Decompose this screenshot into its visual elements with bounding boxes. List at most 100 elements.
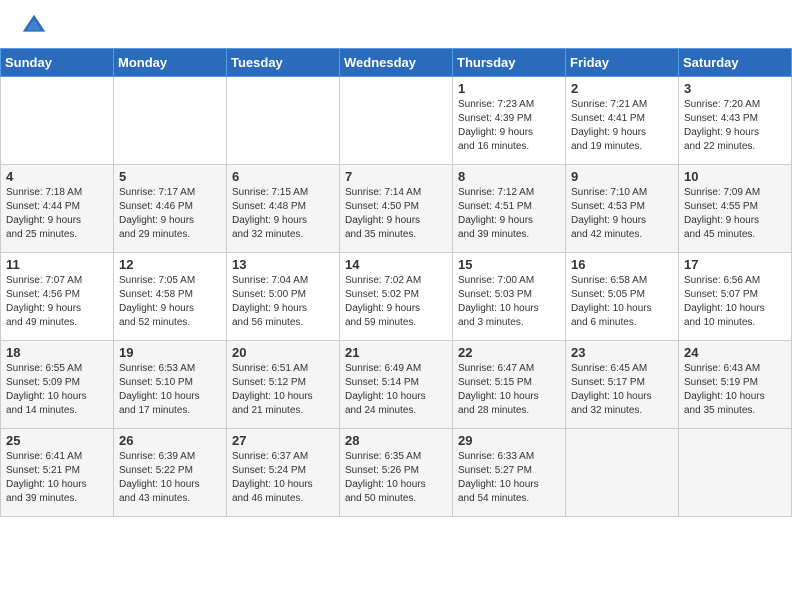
weekday-header-row: SundayMondayTuesdayWednesdayThursdayFrid… bbox=[1, 49, 792, 77]
day-info: Sunrise: 6:37 AM Sunset: 5:24 PM Dayligh… bbox=[232, 450, 334, 506]
calendar-cell: 14 Sunrise: 7:02 AM Sunset: 5:02 PM Dayli… bbox=[340, 253, 453, 341]
day-number: 13 bbox=[232, 257, 334, 272]
day-info: Sunrise: 6:39 AM Sunset: 5:22 PM Dayligh… bbox=[119, 450, 221, 506]
day-number: 4 bbox=[6, 169, 108, 184]
day-number: 16 bbox=[571, 257, 673, 272]
calendar-cell bbox=[114, 77, 227, 165]
day-info: Sunrise: 6:47 AM Sunset: 5:15 PM Dayligh… bbox=[458, 362, 560, 418]
calendar-cell: 15 Sunrise: 7:00 AM Sunset: 5:03 PM Dayli… bbox=[453, 253, 566, 341]
calendar-cell: 25 Sunrise: 6:41 AM Sunset: 5:21 PM Dayli… bbox=[1, 429, 114, 517]
logo bbox=[20, 12, 52, 40]
day-info: Sunrise: 6:41 AM Sunset: 5:21 PM Dayligh… bbox=[6, 450, 108, 506]
calendar-week-row: 18 Sunrise: 6:55 AM Sunset: 5:09 PM Dayli… bbox=[1, 341, 792, 429]
day-number: 10 bbox=[684, 169, 786, 184]
day-info: Sunrise: 7:02 AM Sunset: 5:02 PM Dayligh… bbox=[345, 274, 447, 330]
calendar-week-row: 4 Sunrise: 7:18 AM Sunset: 4:44 PM Daylig… bbox=[1, 165, 792, 253]
day-number: 11 bbox=[6, 257, 108, 272]
day-number: 6 bbox=[232, 169, 334, 184]
day-number: 25 bbox=[6, 433, 108, 448]
weekday-header-tuesday: Tuesday bbox=[227, 49, 340, 77]
day-number: 21 bbox=[345, 345, 447, 360]
calendar-cell: 28Sunrise: 6:35 AM Sunset: 5:26 PM Dayli… bbox=[340, 429, 453, 517]
day-info: Sunrise: 6:53 AM Sunset: 5:10 PM Dayligh… bbox=[119, 362, 221, 418]
calendar-cell: 3 Sunrise: 7:20 AM Sunset: 4:43 PM Daylig… bbox=[679, 77, 792, 165]
calendar-cell: 24 Sunrise: 6:43 AM Sunset: 5:19 PM Dayli… bbox=[679, 341, 792, 429]
logo-icon bbox=[20, 12, 48, 40]
day-number: 5 bbox=[119, 169, 221, 184]
day-info: Sunrise: 7:09 AM Sunset: 4:55 PM Dayligh… bbox=[684, 186, 786, 242]
weekday-header-thursday: Thursday bbox=[453, 49, 566, 77]
day-number: 27 bbox=[232, 433, 334, 448]
calendar-cell: 7 Sunrise: 7:14 AM Sunset: 4:50 PM Daylig… bbox=[340, 165, 453, 253]
calendar-table: SundayMondayTuesdayWednesdayThursdayFrid… bbox=[0, 48, 792, 517]
day-number: 22 bbox=[458, 345, 560, 360]
day-number: 29 bbox=[458, 433, 560, 448]
calendar-cell: 6 Sunrise: 7:15 AM Sunset: 4:48 PM Daylig… bbox=[227, 165, 340, 253]
day-info: Sunrise: 7:12 AM Sunset: 4:51 PM Dayligh… bbox=[458, 186, 560, 242]
day-info: Sunrise: 6:49 AM Sunset: 5:14 PM Dayligh… bbox=[345, 362, 447, 418]
calendar-cell: 29 Sunrise: 6:33 AM Sunset: 5:27 PM Dayli… bbox=[453, 429, 566, 517]
calendar-cell: 12 Sunrise: 7:05 AM Sunset: 4:58 PM Dayli… bbox=[114, 253, 227, 341]
day-info: Sunrise: 6:45 AM Sunset: 5:17 PM Dayligh… bbox=[571, 362, 673, 418]
day-number: 19 bbox=[119, 345, 221, 360]
calendar-cell: 11 Sunrise: 7:07 AM Sunset: 4:56 PM Dayli… bbox=[1, 253, 114, 341]
day-info: Sunrise: 6:33 AM Sunset: 5:27 PM Dayligh… bbox=[458, 450, 560, 506]
day-info: Sunrise: 6:43 AM Sunset: 5:19 PM Dayligh… bbox=[684, 362, 786, 418]
day-info: Sunrise: 7:04 AM Sunset: 5:00 PM Dayligh… bbox=[232, 274, 334, 330]
day-info: Sunrise: 7:05 AM Sunset: 4:58 PM Dayligh… bbox=[119, 274, 221, 330]
day-number: 2 bbox=[571, 81, 673, 96]
day-info: Sunrise: 6:56 AM Sunset: 5:07 PM Dayligh… bbox=[684, 274, 786, 330]
weekday-header-wednesday: Wednesday bbox=[340, 49, 453, 77]
weekday-header-sunday: Sunday bbox=[1, 49, 114, 77]
day-info: Sunrise: 7:07 AM Sunset: 4:56 PM Dayligh… bbox=[6, 274, 108, 330]
day-info: Sunrise: 6:35 AM Sunset: 5:26 PM Dayligh… bbox=[345, 450, 447, 506]
calendar-cell: 2 Sunrise: 7:21 AM Sunset: 4:41 PM Daylig… bbox=[566, 77, 679, 165]
day-number: 14 bbox=[345, 257, 447, 272]
calendar-cell: 10 Sunrise: 7:09 AM Sunset: 4:55 PM Dayli… bbox=[679, 165, 792, 253]
day-number: 18 bbox=[6, 345, 108, 360]
day-number: 7 bbox=[345, 169, 447, 184]
weekday-header-friday: Friday bbox=[566, 49, 679, 77]
day-number: 1 bbox=[458, 81, 560, 96]
calendar-week-row: 25 Sunrise: 6:41 AM Sunset: 5:21 PM Dayli… bbox=[1, 429, 792, 517]
page-header bbox=[0, 0, 792, 48]
calendar-cell: 22 Sunrise: 6:47 AM Sunset: 5:15 PM Dayli… bbox=[453, 341, 566, 429]
calendar-cell: 19 Sunrise: 6:53 AM Sunset: 5:10 PM Dayli… bbox=[114, 341, 227, 429]
calendar-cell bbox=[1, 77, 114, 165]
calendar-cell: 17 Sunrise: 6:56 AM Sunset: 5:07 PM Dayli… bbox=[679, 253, 792, 341]
calendar-week-row: 11 Sunrise: 7:07 AM Sunset: 4:56 PM Dayli… bbox=[1, 253, 792, 341]
calendar-cell bbox=[227, 77, 340, 165]
day-info: Sunrise: 7:15 AM Sunset: 4:48 PM Dayligh… bbox=[232, 186, 334, 242]
weekday-header-saturday: Saturday bbox=[679, 49, 792, 77]
day-info: Sunrise: 7:18 AM Sunset: 4:44 PM Dayligh… bbox=[6, 186, 108, 242]
day-info: Sunrise: 6:51 AM Sunset: 5:12 PM Dayligh… bbox=[232, 362, 334, 418]
calendar-cell: 1 Sunrise: 7:23 AM Sunset: 4:39 PM Daylig… bbox=[453, 77, 566, 165]
day-info: Sunrise: 7:20 AM Sunset: 4:43 PM Dayligh… bbox=[684, 98, 786, 154]
day-info: Sunrise: 6:58 AM Sunset: 5:05 PM Dayligh… bbox=[571, 274, 673, 330]
day-number: 17 bbox=[684, 257, 786, 272]
day-info: Sunrise: 7:21 AM Sunset: 4:41 PM Dayligh… bbox=[571, 98, 673, 154]
day-number: 8 bbox=[458, 169, 560, 184]
day-info: Sunrise: 7:14 AM Sunset: 4:50 PM Dayligh… bbox=[345, 186, 447, 242]
calendar-week-row: 1 Sunrise: 7:23 AM Sunset: 4:39 PM Daylig… bbox=[1, 77, 792, 165]
day-number: 12 bbox=[119, 257, 221, 272]
calendar-cell: 16 Sunrise: 6:58 AM Sunset: 5:05 PM Dayli… bbox=[566, 253, 679, 341]
calendar-cell: 21 Sunrise: 6:49 AM Sunset: 5:14 PM Dayli… bbox=[340, 341, 453, 429]
day-number: 26 bbox=[119, 433, 221, 448]
day-info: Sunrise: 7:10 AM Sunset: 4:53 PM Dayligh… bbox=[571, 186, 673, 242]
day-info: Sunrise: 6:55 AM Sunset: 5:09 PM Dayligh… bbox=[6, 362, 108, 418]
day-info: Sunrise: 7:23 AM Sunset: 4:39 PM Dayligh… bbox=[458, 98, 560, 154]
calendar-cell: 20Sunrise: 6:51 AM Sunset: 5:12 PM Dayli… bbox=[227, 341, 340, 429]
day-number: 15 bbox=[458, 257, 560, 272]
calendar-cell: 18 Sunrise: 6:55 AM Sunset: 5:09 PM Dayli… bbox=[1, 341, 114, 429]
day-number: 24 bbox=[684, 345, 786, 360]
calendar-cell: 13 Sunrise: 7:04 AM Sunset: 5:00 PM Dayli… bbox=[227, 253, 340, 341]
day-info: Sunrise: 7:00 AM Sunset: 5:03 PM Dayligh… bbox=[458, 274, 560, 330]
calendar-cell: 5 Sunrise: 7:17 AM Sunset: 4:46 PM Daylig… bbox=[114, 165, 227, 253]
calendar-cell bbox=[340, 77, 453, 165]
calendar-cell: 8 Sunrise: 7:12 AM Sunset: 4:51 PM Daylig… bbox=[453, 165, 566, 253]
calendar-cell: 26 Sunrise: 6:39 AM Sunset: 5:22 PM Dayli… bbox=[114, 429, 227, 517]
day-number: 3 bbox=[684, 81, 786, 96]
calendar-cell: 23Sunrise: 6:45 AM Sunset: 5:17 PM Dayli… bbox=[566, 341, 679, 429]
day-info: Sunrise: 7:17 AM Sunset: 4:46 PM Dayligh… bbox=[119, 186, 221, 242]
